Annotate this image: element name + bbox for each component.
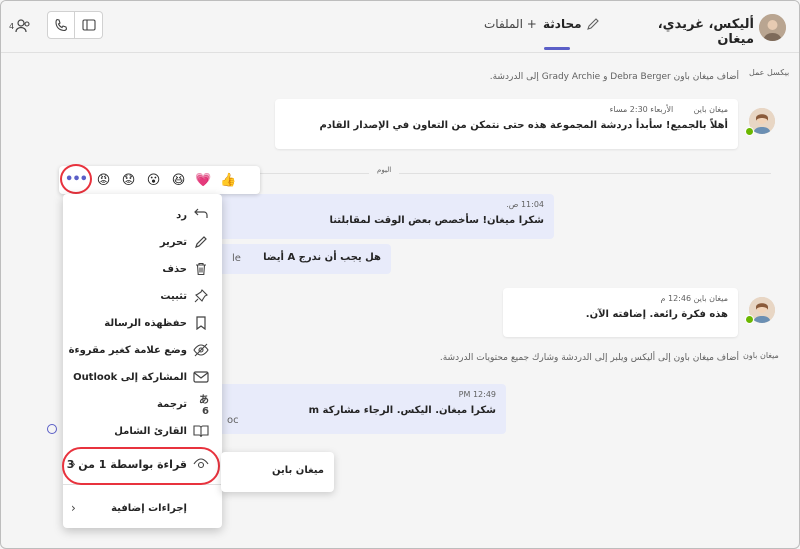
highlight-ring — [62, 447, 220, 485]
message-bubble[interactable]: ميغان باين الأربعاء 2:30 مساء أهلاً بالج… — [275, 99, 738, 149]
message-meta: ميغان باين الأربعاء 2:30 مساء — [285, 105, 728, 114]
system-event-icon: ﻣﻴﻐﺎﻥ ﺑﺎﻭﻥ — [743, 351, 779, 360]
message-bubble[interactable]: ميغان باين 12:46 م هذه فكرة رائعة. إضافت… — [503, 288, 738, 337]
timestamp: الأربعاء 2:30 مساء — [609, 105, 674, 114]
message-bubble[interactable]: 11:04 ص. شكرا ميغان! سأخصص بعض الوقت لمق… — [193, 194, 554, 239]
menu-item-translate[interactable]: あ6 ترجمة — [63, 392, 222, 417]
share-screen-icon — [81, 19, 96, 31]
timestamp: 12:49 PM — [458, 390, 496, 399]
message-bubble[interactable]: هل يجب أن ندرج A أيضا — [193, 244, 391, 274]
reaction-surprised[interactable]: 😮 — [141, 168, 166, 193]
reaction-laugh[interactable]: 😆 — [166, 168, 191, 193]
system-message: أضاف ميغان باون Debra Berger و Grady Arc… — [489, 72, 739, 82]
message-text: هذه فكرة رائعة. إضافته الآن. — [585, 309, 728, 320]
people-icon — [15, 19, 30, 33]
tab-chat[interactable]: محادثة — [543, 17, 582, 31]
sender-name: ميغان باين — [693, 105, 728, 114]
reaction-sad[interactable]: 😟 — [116, 168, 141, 193]
message-text: شكرا ميغان! سأخصص بعض الوقت لمقابلتنا — [329, 215, 544, 226]
day-divider-label: اليوم — [369, 166, 400, 174]
day-divider — [226, 173, 771, 174]
chat-title: أليكس، غريدي، ميغان — [657, 17, 754, 47]
menu-item-label: القارئ الشامل — [114, 425, 187, 437]
message-text: شكرا ميغان. اليكس. الرجاء مشاركة m — [308, 405, 496, 416]
message-text: هل يجب أن ندرج A أيضا — [263, 252, 381, 263]
chat-header: 4 الملفات + محادثة أليكس، غريدي، ميغان — [1, 1, 799, 53]
menu-item-mark-unread[interactable]: وضع علامة كغير مقروءة — [63, 338, 222, 362]
reader-name[interactable]: ميغان باين — [272, 465, 324, 476]
phone-icon — [55, 18, 68, 32]
reaction-angry[interactable]: 😡 — [91, 168, 116, 193]
timestamp: 11:04 ص. — [506, 200, 544, 209]
active-tab-indicator — [544, 47, 570, 50]
presence-indicator — [745, 127, 754, 136]
delete-icon — [193, 261, 209, 277]
pencil-icon — [587, 18, 599, 30]
share-screen-button[interactable] — [75, 11, 103, 39]
menu-item-label: حفظهذه الرسالة — [104, 317, 187, 329]
mail-icon — [193, 369, 209, 385]
menu-item-edit[interactable]: تحرير — [63, 230, 222, 254]
reaction-heart[interactable]: 💗 — [191, 168, 216, 193]
teams-chat-window: 4 الملفات + محادثة أليكس، غريدي، ميغان ﺑ… — [0, 0, 800, 549]
avatar-image — [759, 14, 786, 41]
message-fragment: le — [232, 253, 241, 264]
reaction-like[interactable]: 👍 — [216, 168, 241, 193]
system-message: أضاف ميغان باون إلى أليكس ويلبر إلى الدر… — [439, 353, 739, 363]
menu-item-delete[interactable]: حذف — [63, 257, 222, 281]
menu-item-save[interactable]: حفظهذه الرسالة — [63, 311, 222, 335]
edit-icon — [193, 234, 209, 250]
message-fragment: oc — [227, 415, 239, 426]
system-event-icon: ﺑﻴﻜﺴﻞ ﻋﻤﻞ — [749, 68, 790, 77]
menu-item-label: حذف — [162, 263, 187, 275]
menu-item-immersive-reader[interactable]: القارئ الشامل — [63, 419, 222, 443]
menu-item-share-outlook[interactable]: المشاركة إلى Outlook — [63, 365, 222, 389]
timestamp: 12:46 م — [660, 294, 692, 303]
pin-icon — [193, 288, 209, 304]
bookmark-icon — [193, 315, 209, 331]
menu-item-label: وضع علامة كغير مقروءة — [68, 344, 187, 356]
menu-item-pin[interactable]: تثبيت — [63, 284, 222, 308]
reply-icon — [193, 207, 209, 223]
sender-name: ميغان باين — [693, 294, 728, 303]
message-meta: ميغان باين 12:46 م — [513, 294, 728, 303]
message-text: أهلاً بالجميع! سأبدأ دردشة المجموعة هذه … — [319, 120, 728, 131]
menu-item-label: المشاركة إلى Outlook — [73, 371, 187, 383]
call-button[interactable] — [47, 11, 75, 39]
group-avatar — [759, 14, 786, 41]
read-by-submenu: ميغان باين — [221, 452, 334, 492]
seen-icon — [47, 424, 57, 434]
people-button[interactable]: 4 — [9, 15, 37, 37]
rename-chat-button[interactable] — [586, 17, 600, 34]
highlight-ring — [60, 164, 92, 194]
menu-item-label: إجراءات إضافية — [111, 502, 187, 514]
menu-item-reply[interactable]: رد — [63, 203, 222, 227]
tab-files[interactable]: الملفات + — [484, 17, 537, 31]
immersive-reader-icon — [193, 423, 209, 439]
message-bubble[interactable]: 12:49 PM شكرا ميغان. اليكس. الرجاء مشارك… — [193, 384, 506, 434]
menu-item-label: تثبيت — [160, 290, 187, 302]
menu-item-label: تحرير — [159, 236, 187, 248]
presence-indicator — [745, 315, 754, 324]
chevron-left-icon: ‹ — [71, 501, 76, 515]
translate-icon: あ6 — [199, 395, 209, 417]
menu-item-label: رد — [176, 209, 187, 221]
menu-item-more-actions[interactable]: إجراءات إضافية ‹ — [63, 496, 222, 520]
mark-unread-icon — [193, 342, 209, 358]
menu-item-label: ترجمة — [157, 398, 187, 410]
